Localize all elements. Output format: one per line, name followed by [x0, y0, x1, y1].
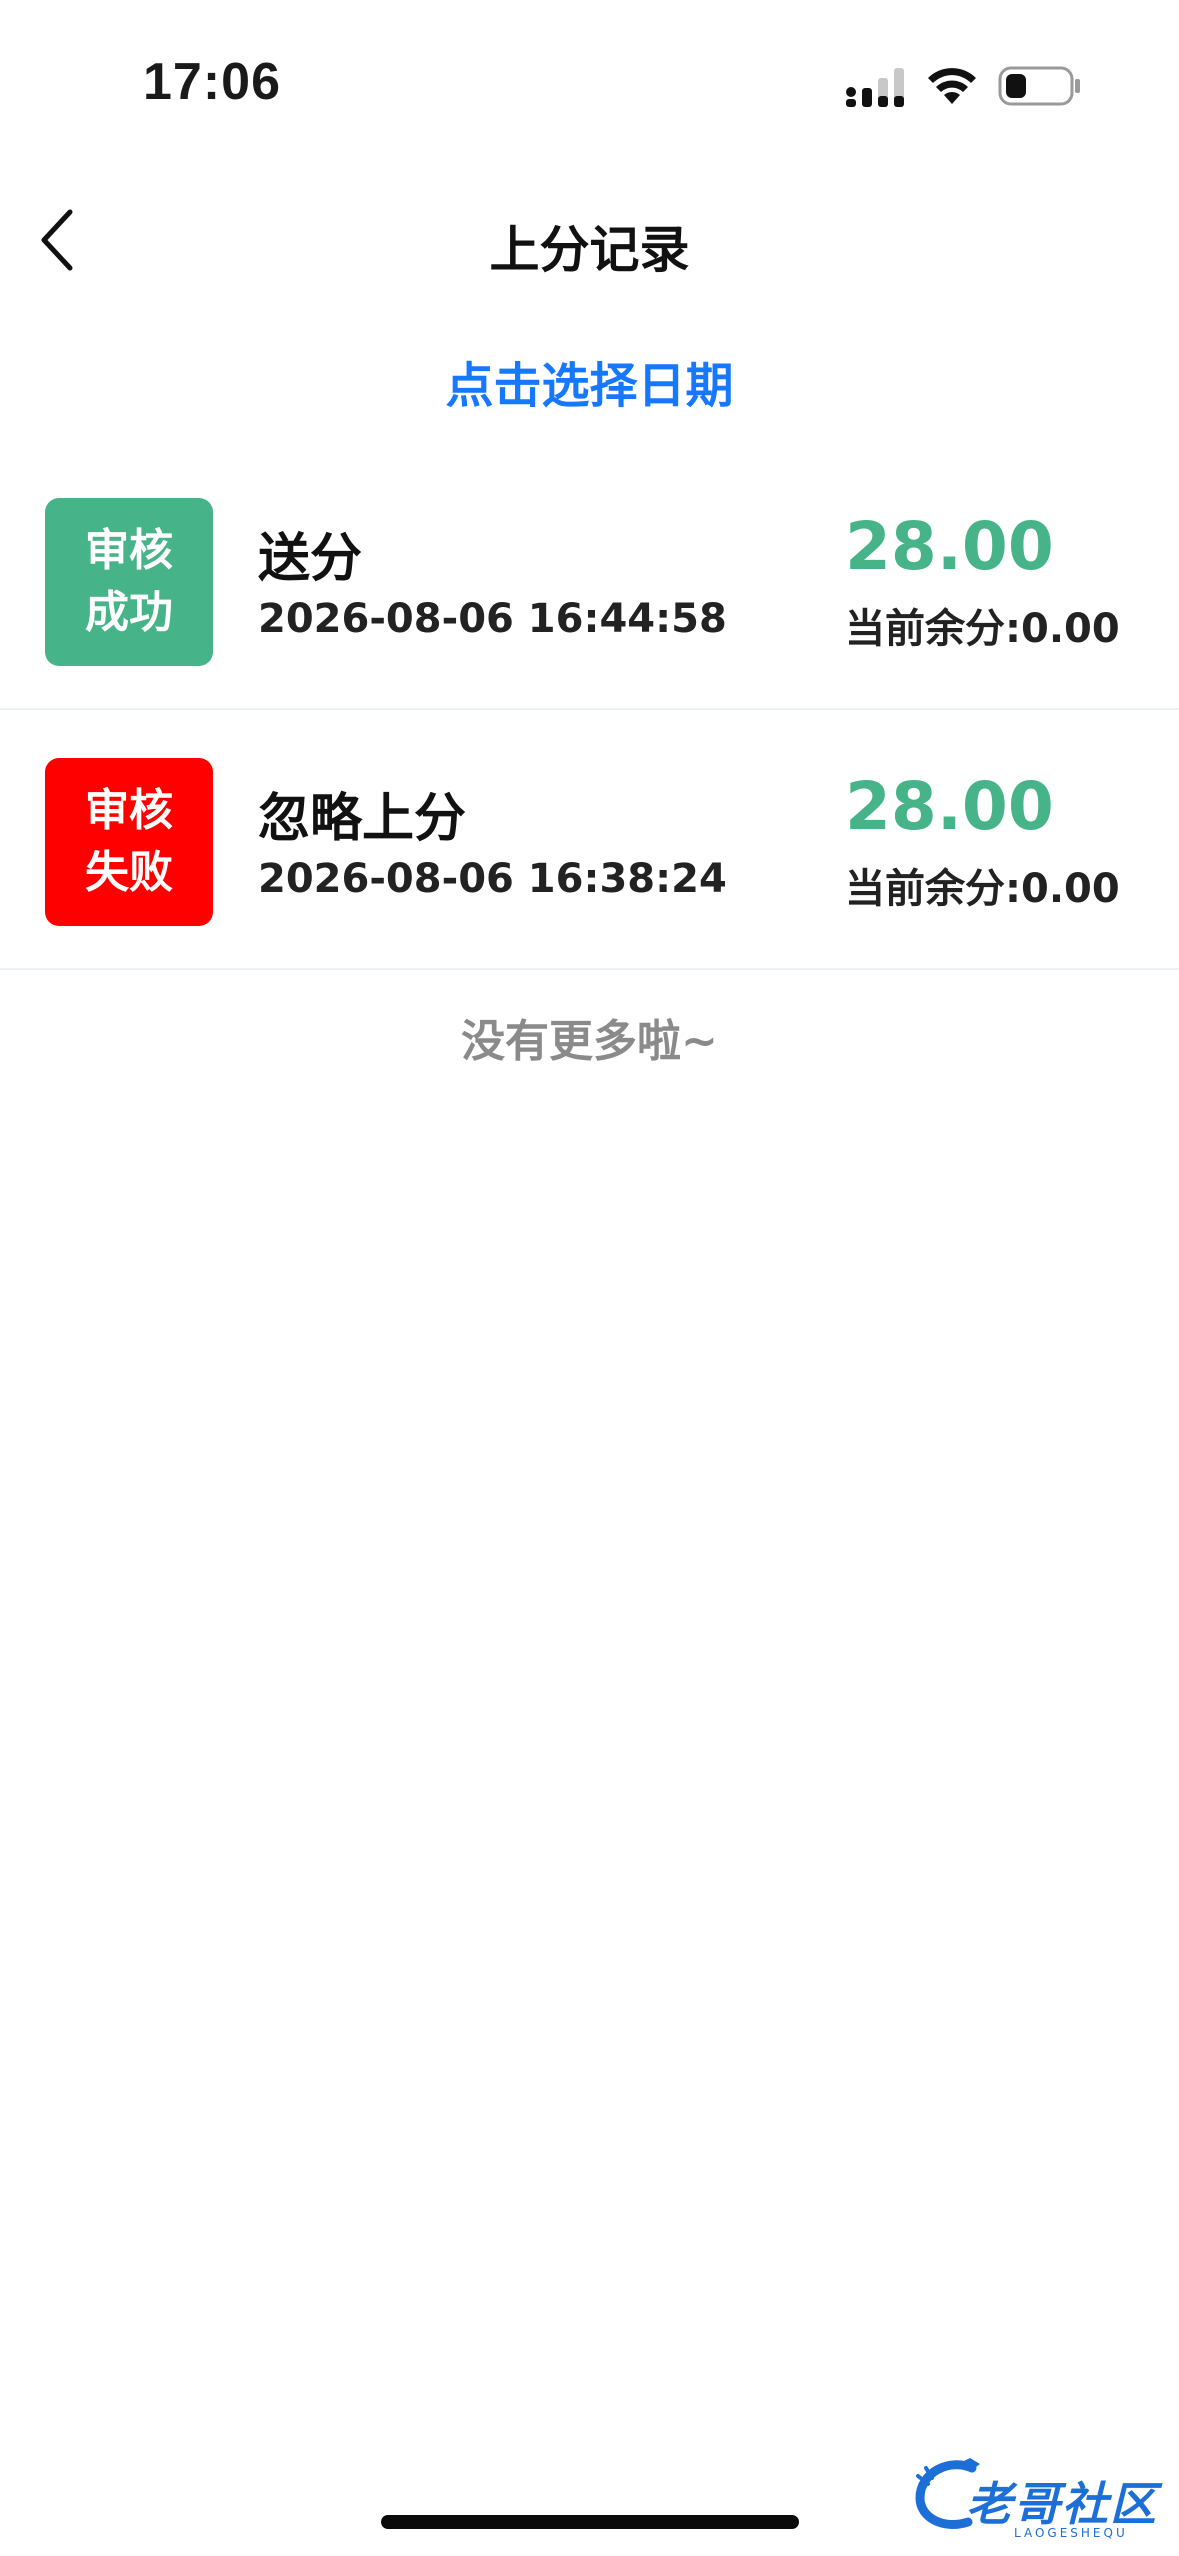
status-badge: 审核 成功 [45, 498, 213, 666]
watermark-subtext: LAOGESHEQU [1014, 2526, 1128, 2540]
record-time: 2026-08-06 16:38:24 [258, 856, 727, 902]
status-badge-line1: 审核 [85, 525, 173, 576]
watermark: 老哥社区 LAOGESHEQU [910, 2448, 1172, 2548]
watermark-text: 老哥社区 [966, 2477, 1158, 2531]
status-badge: 审核 失败 [45, 758, 213, 926]
record-time: 2026-08-06 16:44:58 [258, 596, 727, 642]
status-time: 17:06 [143, 53, 281, 111]
record-title: 忽略上分 [258, 789, 467, 849]
record-balance: 当前余分:0.00 [845, 866, 1120, 912]
no-more-text: 没有更多啦~ [461, 1016, 718, 1067]
cellular-signal-icon [846, 68, 904, 107]
status-badge-line2: 失败 [85, 847, 173, 898]
record-row[interactable]: 审核 失败 忽略上分 2026-08-06 16:38:24 28.00 当前余… [0, 710, 1179, 970]
record-amount: 28.00 [845, 508, 1054, 585]
status-bar: 17:06 [0, 0, 1179, 170]
home-indicator[interactable] [381, 2515, 799, 2529]
date-picker-button[interactable]: 点击选择日期 [0, 346, 1179, 416]
record-amount: 28.00 [845, 768, 1054, 845]
record-list: 审核 成功 送分 2026-08-06 16:44:58 28.00 当前余分:… [0, 450, 1179, 970]
record-title: 送分 [258, 529, 363, 589]
page-title: 上分记录 [489, 221, 690, 279]
record-row[interactable]: 审核 成功 送分 2026-08-06 16:44:58 28.00 当前余分:… [0, 450, 1179, 710]
wifi-icon [928, 68, 976, 104]
status-badge-line1: 审核 [85, 785, 173, 836]
status-badge-line2: 成功 [85, 587, 173, 638]
record-balance: 当前余分:0.00 [845, 606, 1120, 652]
nav-bar: 上分记录 [0, 180, 1179, 300]
battery-icon [998, 66, 1080, 106]
